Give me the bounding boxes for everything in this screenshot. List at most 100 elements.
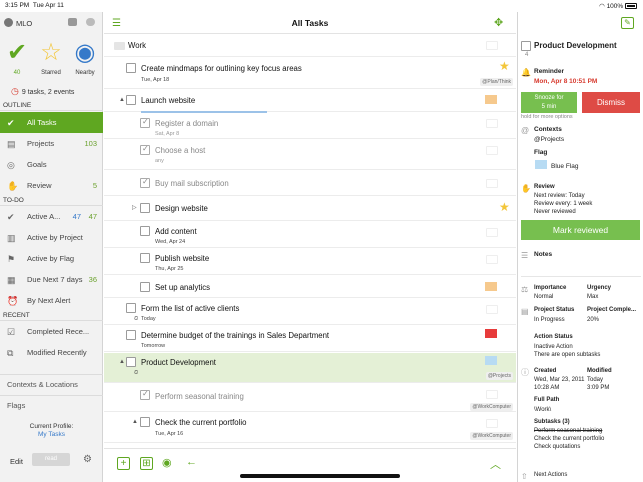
task-row[interactable]: Register a domain Sat, Apr 8 <box>104 113 516 139</box>
outdent-arrow-icon[interactable]: ← <box>186 456 197 468</box>
star-icon[interactable]: ★ <box>499 200 510 214</box>
full-path-value: \Work\ <box>534 407 552 413</box>
battery-percent: 100% <box>606 3 624 10</box>
move-arrows-icon[interactable]: ✥ <box>494 16 503 29</box>
task-checkbox[interactable] <box>140 226 150 236</box>
task-row[interactable]: Choose a host any <box>104 140 516 170</box>
task-checkbox[interactable] <box>140 282 150 292</box>
task-checkbox-done[interactable] <box>140 177 150 188</box>
task-checkbox-done[interactable] <box>140 144 150 155</box>
task-row[interactable]: Perform seasonal training @WorkComputer <box>104 384 516 412</box>
notes-icon: ☰ <box>521 251 529 260</box>
sidebar-item-completed-recently[interactable]: ☑ Completed Rece... <box>0 321 103 342</box>
blue-flag-icon[interactable] <box>485 356 497 365</box>
big-icon-starred[interactable]: ☆ Starred <box>34 38 68 76</box>
edit-button[interactable]: Edit <box>10 457 23 466</box>
alarm-icon: ⏰ <box>7 296 19 306</box>
task-checkbox[interactable] <box>126 330 136 340</box>
task-checkbox[interactable] <box>126 303 136 313</box>
task-row[interactable]: ▷ Design website ★ <box>104 197 516 221</box>
modified-icon: ⧉ <box>7 348 14 358</box>
expand-icon[interactable]: ▷ <box>132 204 137 211</box>
orange-flag-icon[interactable] <box>485 95 497 104</box>
task-checkbox[interactable] <box>126 63 136 73</box>
sidebar-item-flags[interactable]: Flags <box>0 395 103 415</box>
hand-icon: ✋ <box>7 181 19 191</box>
collapse-icon[interactable]: ▲ <box>132 419 138 425</box>
collapse-icon[interactable]: ▲ <box>119 97 125 103</box>
detail-title[interactable]: Product Development <box>534 41 617 50</box>
current-profile[interactable]: Current Profile: My Tasks <box>0 423 103 439</box>
compose-icon[interactable]: ✎ <box>621 17 634 29</box>
cloud-icon[interactable] <box>86 18 95 26</box>
add-subtask-button[interactable]: ⊞ <box>140 457 153 470</box>
task-row[interactable]: Set up analytics <box>104 276 516 298</box>
contexts-value[interactable]: @Projects <box>534 136 564 143</box>
big-icon-tasks[interactable]: ✔ 40 <box>0 38 34 76</box>
sidebar-item-active-actions[interactable]: ✔ Active A... 47 47 <box>0 206 103 227</box>
sidebar-header: MLO <box>0 12 103 34</box>
flag-value[interactable]: Blue Flag <box>551 163 578 170</box>
task-row[interactable]: ▲ Check the current portfolio Tue, Apr 1… <box>104 413 516 443</box>
sidebar-item-projects[interactable]: ▤ Projects 103 <box>0 133 103 154</box>
sidebar-item-contexts-locations[interactable]: Contexts & Locations <box>0 374 103 394</box>
project-complete-value[interactable]: 20% <box>587 317 599 323</box>
task-checkbox[interactable] <box>126 357 136 367</box>
task-row[interactable]: ▲ Launch website <box>104 90 516 112</box>
read-mode-button[interactable]: read <box>32 453 70 466</box>
task-row[interactable]: Create mindmaps for outlining key focus … <box>104 58 516 89</box>
sidebar-item-all-tasks[interactable]: ✔ All Tasks <box>0 112 103 133</box>
task-list-header: ☰ All Tasks ✥ <box>104 12 516 34</box>
task-row[interactable]: Form the list of active clients ⏲ Today <box>104 299 516 325</box>
task-row[interactable]: Add content Wed, Apr 24 <box>104 222 516 248</box>
task-checkbox[interactable] <box>126 95 136 105</box>
next-actions-label: Next Actions <box>534 472 568 478</box>
home-indicator[interactable] <box>240 474 400 478</box>
task-row-work[interactable]: Work <box>104 35 516 57</box>
detail-checkbox[interactable] <box>521 41 531 51</box>
project-list-icon: ▥ <box>7 233 16 243</box>
sidebar-item-due-next-7-days[interactable]: ▦ Due Next 7 days 36 <box>0 269 103 290</box>
sidebar-item-goals[interactable]: ◎ Goals <box>0 154 103 175</box>
task-checkbox[interactable] <box>140 203 150 213</box>
sync-icon[interactable] <box>68 18 77 26</box>
reminder-label: Reminder <box>534 68 564 75</box>
notes-label[interactable]: Notes <box>534 251 552 258</box>
task-row[interactable]: Publish website Thu, Apr 25 <box>104 249 516 275</box>
task-checkbox[interactable] <box>140 253 150 263</box>
sidebar-item-active-by-project[interactable]: ▥ Active by Project <box>0 227 103 248</box>
orange-flag-icon[interactable] <box>485 282 497 291</box>
subtask-item[interactable]: Check the current portfolio <box>534 436 604 442</box>
reminder-value[interactable]: Mon, Apr 8 10:51 PM <box>534 78 597 85</box>
compass-icon: ◉ <box>74 39 96 66</box>
gear-icon[interactable]: ⚙ <box>83 454 92 465</box>
task-event-count[interactable]: ◷ 9 tasks, 2 events <box>11 86 74 97</box>
big-icon-nearby[interactable]: ◉ Nearby <box>68 38 102 76</box>
task-row[interactable]: Determine budget of the trainings in Sal… <box>104 326 516 352</box>
star-icon[interactable]: ★ <box>499 59 510 73</box>
checkmark-icon: ✔ <box>7 118 15 128</box>
project-status-value[interactable]: In Progress <box>534 317 565 323</box>
urgency-value[interactable]: Max <box>587 294 598 300</box>
sidebar-item-active-by-flag[interactable]: ⚑ Active by Flag <box>0 248 103 269</box>
star-icon: ☆ <box>40 39 62 66</box>
chevron-up-icon[interactable]: ︿ <box>490 456 501 472</box>
collapse-icon[interactable]: ▲ <box>119 359 125 365</box>
red-flag-icon[interactable] <box>485 329 497 338</box>
task-checkbox-done[interactable] <box>140 117 150 128</box>
sidebar-item-modified-recently[interactable]: ⧉ Modified Recently <box>0 342 103 363</box>
mark-reviewed-button[interactable]: Mark reviewed <box>521 220 640 240</box>
sidebar-item-by-next-alert[interactable]: ⏰ By Next Alert <box>0 290 103 311</box>
task-row-selected[interactable]: ▲ Product Development ⏲ @Projects <box>104 353 516 383</box>
dismiss-button[interactable]: Dismiss <box>582 92 640 113</box>
add-task-button[interactable]: + <box>117 457 130 470</box>
task-checkbox[interactable] <box>140 417 150 427</box>
subtask-item[interactable]: Check quotations <box>534 444 580 450</box>
task-row[interactable]: Buy mail subscription <box>104 171 516 196</box>
snooze-button[interactable]: Snooze for 5 min <box>521 92 577 113</box>
sidebar-item-review[interactable]: ✋ Review 5 <box>0 175 103 196</box>
eye-icon[interactable]: ◉ <box>162 456 172 469</box>
task-checkbox-done[interactable] <box>140 389 150 400</box>
importance-value[interactable]: Normal <box>534 294 553 300</box>
subtask-item[interactable]: Perform seasonal training <box>534 428 602 434</box>
